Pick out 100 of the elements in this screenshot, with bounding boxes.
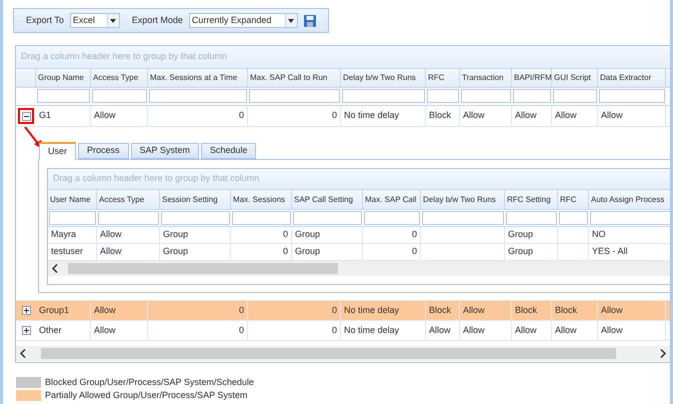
filter-field[interactable] [506,210,557,225]
table-cell-text: Allow [100,228,122,242]
table-cell-text: Allow [463,304,485,317]
table-cell-text: 0 [412,228,417,242]
column-header[interactable]: Data Extractor [598,69,666,87]
column-header[interactable]: Max. SAP Call [363,190,421,209]
filter-field[interactable] [553,89,597,104]
filter-field[interactable] [461,89,511,104]
column-header[interactable]: Auto Assign Process [589,190,670,209]
table-cell-text: G1 [39,109,52,122]
export-format-dropdown[interactable]: Excel [70,13,120,28]
table-cell-text: 0 [332,324,337,337]
table-cell-text: Allow [94,324,116,337]
highlight-box [18,108,34,124]
filter-field[interactable] [161,210,230,225]
table-cell-text: testuser [51,245,84,258]
column-header[interactable]: Transaction [460,69,512,87]
column-header[interactable]: User Name [48,190,97,209]
tab[interactable]: User [39,142,76,160]
table-cell-text: No time delay [344,109,400,122]
filter-field[interactable] [364,210,420,225]
export-to-label: Export To [26,14,64,27]
table-cell-text: Allow [601,324,623,337]
table-cell-text: Block [515,304,538,317]
filter-field[interactable] [293,210,362,225]
tab[interactable]: SAP System [130,143,199,159]
tab[interactable]: Process [78,143,129,159]
filter-field[interactable] [149,89,247,104]
table-cell-text: Block [429,109,452,122]
table-cell-text: Allow [515,324,537,337]
column-header[interactable]: RFC [558,190,589,209]
filter-field[interactable] [92,89,147,104]
legend-label: Blocked Group/User/Process/SAP System/Schedule [45,376,254,389]
filter-field[interactable] [98,210,159,225]
minus-icon [24,114,28,118]
filter-field[interactable] [232,210,291,225]
column-header[interactable]: Group Name [36,69,91,87]
column-header[interactable]: Max. Sessions at a Time [148,69,248,87]
filter-field[interactable] [599,89,665,104]
table-cell-text: Allow [463,324,485,337]
dropdown-arrow-icon [288,18,294,22]
table-cell-text: Group [508,245,534,258]
filter-field[interactable] [590,210,670,225]
scroll-left-icon[interactable] [52,264,58,273]
column-header[interactable]: Access Type [97,190,160,209]
expand-toggle[interactable] [22,112,30,120]
filter-field[interactable] [422,210,504,225]
filter-field[interactable] [559,210,588,225]
expand-toggle[interactable] [22,306,30,315]
group-panel: Drag a column header here to group by that column [16,46,670,69]
column-header[interactable]: Access Type [91,69,148,87]
table-cell-text: YES - All [592,245,628,258]
filter-field[interactable] [37,89,90,104]
export-mode-label: Export Mode [132,14,183,27]
table-cell-text: Mayra [51,228,76,242]
table-cell-text: Group [295,245,320,258]
table-cell-text: No time delay [344,324,400,337]
table-cell-text: 0 [238,109,244,122]
plus-icon [24,308,28,313]
table-cell-text: Allow [100,245,122,258]
column-header[interactable]: RFC [426,69,460,87]
column-header[interactable]: Max. Sessions [231,190,292,209]
table-cell-text: 0 [412,245,417,258]
table-cell-text: No time delay [344,304,400,317]
table-cell-text: 0 [282,228,288,242]
table-cell-text: Allow [463,109,485,122]
table-cell-text: Allow [555,324,577,337]
table-cell-text: Allow [601,109,623,122]
table-cell-text: Allow [94,109,116,122]
table-cell-text: Group [295,228,320,242]
tab[interactable]: Schedule [200,143,256,159]
column-header[interactable]: Max. SAP Call to Run [248,69,341,87]
filter-field[interactable] [49,210,96,225]
scroll-right-icon[interactable] [660,349,666,358]
group-panel: Drag a column header here to group by that column [48,169,670,190]
filter-field[interactable] [513,89,551,104]
legend-label: Partially Allowed Group/User/Process/SAP System [45,388,248,402]
table-cell-text: Group1 [39,304,70,317]
dropdown-arrow-icon [110,18,116,22]
column-header[interactable]: BAPI/RFM [512,69,552,87]
filter-field[interactable] [342,89,425,104]
column-header[interactable]: Session Setting [160,190,231,209]
export-mode-dropdown[interactable]: Currently Expanded [188,13,298,28]
table-cell-text: 0 [282,245,288,258]
save-icon[interactable] [304,14,316,26]
filter-field[interactable] [427,89,459,104]
table-cell-text: Group [163,228,188,242]
table-cell-text: 0 [332,109,337,122]
column-header[interactable]: RFC Setting [505,190,558,209]
table-cell-text: Other [39,324,62,337]
column-header[interactable]: Delay b/w Two Runs [341,69,426,87]
column-header[interactable]: GUI Script [552,69,598,87]
table-cell-text: Allow [94,304,116,317]
column-header[interactable]: SAP Call Setting [292,190,363,209]
scroll-left-icon[interactable] [20,349,26,358]
expand-toggle[interactable] [22,326,30,335]
column-header[interactable]: Delay b/w Two Runs [421,190,505,209]
table-cell-text: Block [555,304,578,317]
table-cell-text: Group [163,245,188,258]
filter-field[interactable] [249,89,340,104]
